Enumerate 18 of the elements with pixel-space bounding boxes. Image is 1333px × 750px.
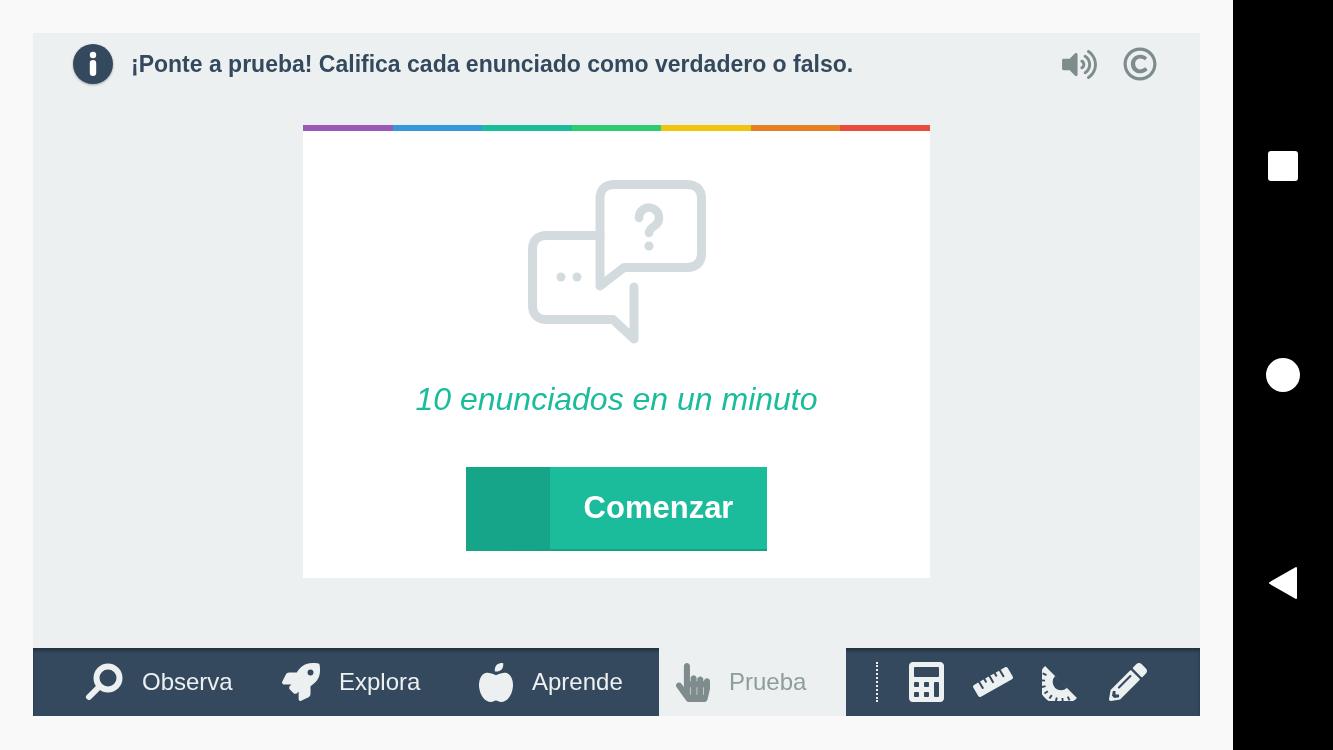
subtitle-text: 10 enunciados en un minuto (415, 380, 818, 418)
speaker-icon[interactable] (1062, 48, 1097, 80)
calculator-icon[interactable] (909, 662, 944, 702)
nav-tab[interactable]: Observa (68, 648, 255, 716)
apple-icon (479, 662, 513, 702)
instruction-text: ¡Ponte a prueba! Califica cada enunciado como verdadero o falso. (131, 49, 854, 79)
info-icon[interactable] (73, 44, 113, 84)
nav-tab[interactable]: Explora (265, 648, 452, 716)
back-icon[interactable] (1268, 566, 1298, 600)
copyright-icon[interactable] (1123, 47, 1157, 81)
chat-bubbles-question-icon (527, 179, 706, 344)
protractor-icon[interactable] (1042, 663, 1080, 701)
nav-tab[interactable]: Aprende (462, 648, 649, 716)
rocket-icon (282, 663, 320, 701)
hand-pointer-icon (676, 662, 710, 702)
pencil-icon[interactable] (1109, 663, 1147, 701)
search-icon (85, 663, 123, 701)
home-icon[interactable] (1266, 358, 1300, 392)
